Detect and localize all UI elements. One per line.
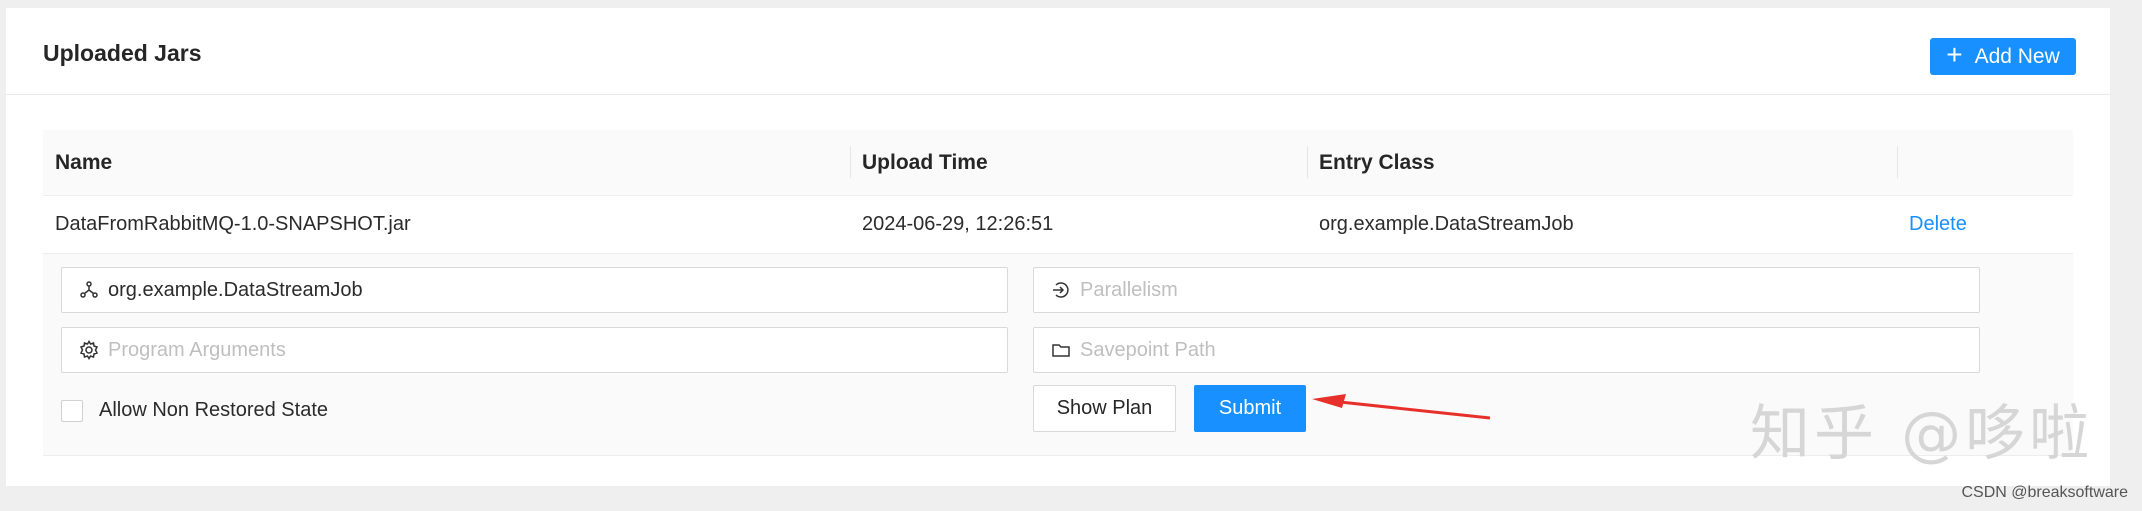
folder-icon bbox=[1050, 339, 1072, 361]
parallelism-input[interactable] bbox=[1080, 278, 1960, 302]
allow-non-restored-checkbox[interactable] bbox=[61, 399, 83, 422]
column-header-entry-class: Entry Class bbox=[1307, 130, 1897, 195]
column-header-upload-time: Upload Time bbox=[850, 130, 1307, 195]
card-header: Uploaded Jars + Add New bbox=[6, 8, 2110, 95]
annotation-arrow bbox=[1312, 394, 1491, 420]
column-header-action bbox=[1897, 130, 2073, 195]
program-arguments-field[interactable] bbox=[61, 327, 1008, 373]
allow-non-restored-label: Allow Non Restored State bbox=[99, 399, 329, 421]
entry-class-input[interactable] bbox=[108, 278, 988, 302]
delete-link[interactable]: Delete bbox=[1897, 196, 2073, 253]
csdn-watermark: CSDN @breaksoftware bbox=[1961, 484, 2128, 501]
add-new-label: Add New bbox=[1974, 44, 2060, 68]
parallelism-field[interactable] bbox=[1033, 267, 1980, 313]
program-arguments-input[interactable] bbox=[108, 338, 988, 362]
savepoint-path-field[interactable] bbox=[1033, 327, 1980, 373]
login-icon bbox=[1050, 279, 1072, 301]
upload-time: 2024-06-29, 12:26:51 bbox=[862, 213, 1054, 235]
table-header: Name Upload Time Entry Class bbox=[43, 130, 2073, 196]
entry-class-field[interactable] bbox=[61, 267, 1008, 313]
entry-class: org.example.DataStreamJob bbox=[1319, 213, 1574, 235]
plus-icon: + bbox=[1946, 39, 1963, 70]
cluster-icon bbox=[78, 279, 100, 301]
add-new-button[interactable]: + Add New bbox=[1930, 38, 2076, 75]
page-title: Uploaded Jars bbox=[43, 40, 202, 66]
table-row[interactable]: DataFromRabbitMQ-1.0-SNAPSHOT.jar 2024-0… bbox=[43, 196, 2073, 254]
submit-button[interactable]: Submit bbox=[1194, 385, 1306, 432]
column-header-name: Name bbox=[55, 150, 113, 174]
jar-name: DataFromRabbitMQ-1.0-SNAPSHOT.jar bbox=[55, 213, 411, 235]
gear-icon bbox=[78, 339, 100, 361]
show-plan-button[interactable]: Show Plan bbox=[1033, 385, 1176, 432]
zhihu-watermark: 知乎 @哆啦 bbox=[1750, 399, 2094, 469]
savepoint-path-input[interactable] bbox=[1080, 338, 1960, 362]
allow-non-restored-option[interactable]: Allow Non Restored State bbox=[61, 399, 328, 422]
